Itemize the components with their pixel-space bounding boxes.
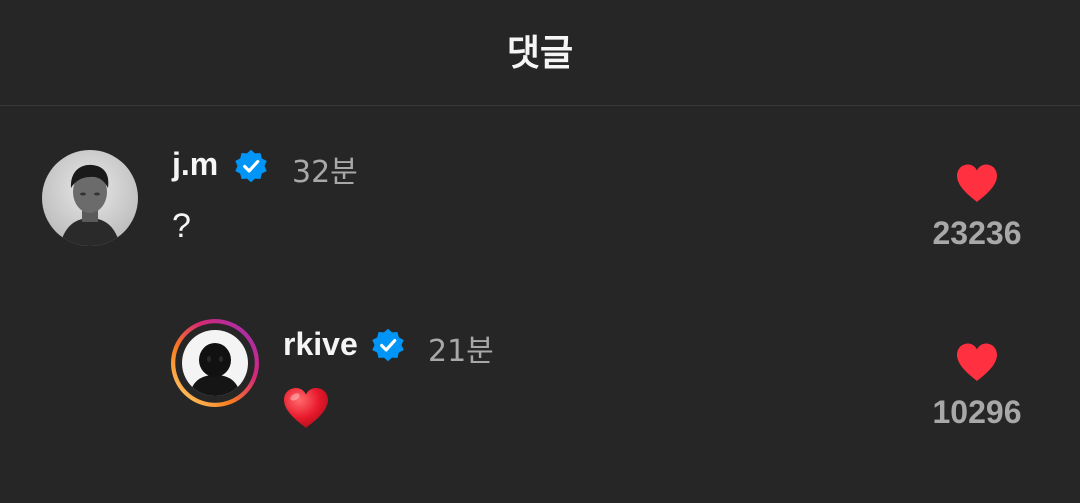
heart-icon[interactable] — [955, 163, 999, 203]
comment-username[interactable]: j.m — [172, 146, 218, 183]
verified-badge-icon — [372, 328, 404, 362]
comment-time: 32분 — [292, 155, 358, 190]
page-title: 댓글 — [506, 32, 574, 74]
comments-header: 댓글 — [0, 0, 1080, 106]
comment-time: 21분 — [428, 334, 494, 369]
like-count: 23236 — [932, 215, 1022, 251]
heart-icon[interactable] — [955, 342, 999, 382]
like-count: 10296 — [932, 394, 1022, 430]
comment-text: ? — [172, 207, 191, 245]
red-heart-emoji-icon — [284, 388, 328, 428]
comment-username[interactable]: rkive — [283, 326, 358, 363]
avatar-story-ring[interactable] — [171, 319, 259, 407]
verified-badge-icon — [235, 149, 267, 183]
avatar[interactable] — [42, 150, 138, 246]
